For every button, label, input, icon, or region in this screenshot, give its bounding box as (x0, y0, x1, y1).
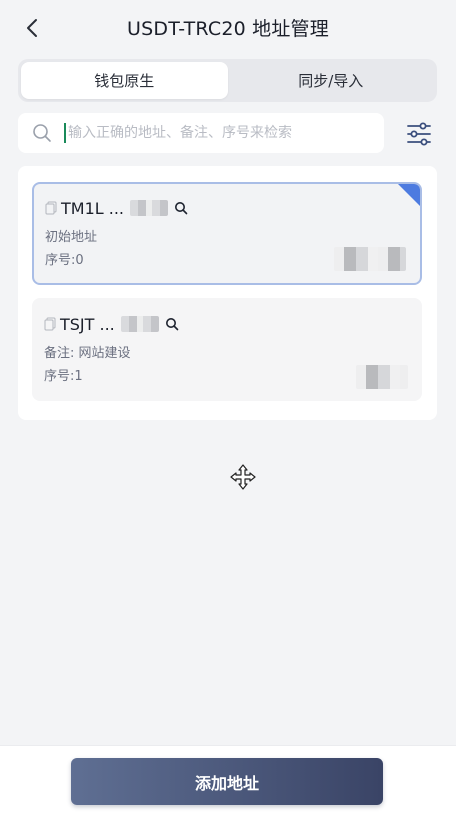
address-card-1[interactable]: TSJT ... 备注: 网站建设 序号:1 (32, 298, 422, 401)
address-text: TM1L ... (61, 198, 125, 218)
address-redacted (120, 316, 159, 332)
magnifier-icon[interactable] (165, 317, 179, 331)
copy-icon[interactable] (45, 201, 57, 215)
add-address-button[interactable]: 添加地址 (71, 758, 383, 805)
selected-corner-marker (398, 184, 420, 206)
address-label: 备注: 网站建设 (44, 346, 131, 361)
search-bar (18, 113, 384, 153)
balance-redacted (356, 365, 408, 389)
search-icon (33, 124, 51, 142)
copy-icon[interactable] (44, 317, 56, 331)
balance-redacted (334, 247, 406, 271)
bottom-bar: 添加地址 (0, 745, 456, 820)
address-list: TM1L ... 初始地址 序号:0 TSJT ... 备注: 网站建设 序号:… (18, 166, 437, 420)
app-header: USDT-TRC20 地址管理 (0, 0, 456, 54)
source-tabs: 钱包原生 同步/导入 (18, 59, 437, 102)
address-redacted (130, 200, 169, 216)
search-input[interactable] (64, 123, 364, 143)
tab-wallet-native[interactable]: 钱包原生 (21, 62, 228, 99)
address-card-0[interactable]: TM1L ... 初始地址 序号:0 (32, 182, 422, 285)
address-text: TSJT ... (60, 314, 115, 334)
address-label: 初始地址 (45, 230, 98, 245)
move-cursor-icon (230, 464, 256, 490)
magnifier-icon[interactable] (174, 201, 188, 215)
filter-button[interactable] (402, 118, 436, 150)
sliders-icon (407, 122, 431, 146)
tab-sync-import[interactable]: 同步/导入 (228, 62, 435, 99)
back-button[interactable] (18, 14, 46, 42)
chevron-left-icon (27, 19, 37, 37)
page-title: USDT-TRC20 地址管理 (127, 17, 329, 40)
